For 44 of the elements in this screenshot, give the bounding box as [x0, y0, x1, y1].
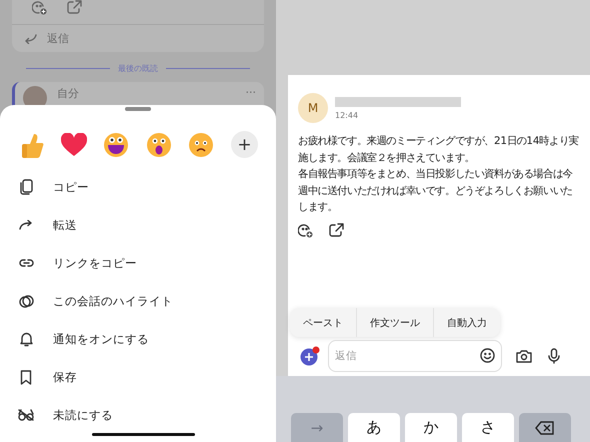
highlight-icon	[18, 294, 34, 308]
glasses-icon	[18, 409, 34, 421]
message-time: 12:44	[335, 110, 360, 120]
menu-item[interactable]: 保存	[0, 358, 276, 396]
delete-key[interactable]	[519, 413, 571, 442]
sheet-handle[interactable]	[125, 107, 151, 111]
camera-icon[interactable]	[516, 349, 532, 363]
link-icon	[18, 259, 34, 267]
last-read-label: 最後の既読	[118, 63, 158, 74]
bookmark-icon	[20, 370, 32, 384]
emoji-icon[interactable]	[480, 348, 495, 363]
bell-icon	[20, 332, 32, 346]
frowning-face-icon[interactable]	[188, 132, 214, 158]
keyboard-key[interactable]: あ	[348, 413, 400, 442]
message-text: お疲れ様です。来週のミーティングですが、21日の14時より実施します。会議室２を押さえています。	[298, 134, 580, 166]
avatar: M	[298, 93, 328, 123]
edit-menu-button[interactable]: ペースト	[290, 308, 356, 337]
add-reaction-icon[interactable]	[32, 0, 47, 15]
menu-item[interactable]: 未読にする	[0, 396, 276, 434]
menu-item[interactable]: リンクをコピー	[0, 244, 276, 282]
menu-item[interactable]: 通知をオンにする	[0, 320, 276, 358]
edit-menu-button[interactable]: 自動入力	[433, 308, 500, 337]
reply-field[interactable]: 返信	[328, 340, 502, 372]
thumbs-up-icon[interactable]	[22, 132, 44, 158]
message-text: 各自報告事項等をまとめ、当日投影したい資料がある場合は今週中に送付いただければ幸いです。どうぞよろしくお願いいたします。	[298, 167, 574, 215]
keyboard-key[interactable]: さ	[462, 413, 514, 442]
heart-icon[interactable]	[60, 132, 87, 156]
reply-icon	[24, 34, 37, 44]
add-button-icon[interactable]	[300, 346, 320, 366]
surprised-face-icon[interactable]	[146, 132, 172, 158]
forward-arrow-icon	[19, 220, 33, 230]
menu-item[interactable]: 転送	[0, 206, 276, 244]
grinning-face-icon[interactable]	[103, 132, 130, 158]
copy-icon	[19, 179, 33, 195]
menu-item[interactable]: コピー	[0, 168, 276, 206]
more-reactions-button[interactable]: +	[230, 131, 258, 158]
share-icon[interactable]	[329, 222, 344, 236]
delete-key-icon	[535, 420, 555, 434]
sender-name: 自分	[57, 86, 80, 101]
menu-item[interactable]: この会話のハイライト	[0, 282, 276, 320]
add-reaction-icon[interactable]	[298, 222, 313, 238]
keyboard-key[interactable]: か	[405, 413, 457, 442]
edit-menu-button[interactable]: 作文ツール	[356, 308, 433, 337]
microphone-icon[interactable]	[548, 348, 560, 364]
